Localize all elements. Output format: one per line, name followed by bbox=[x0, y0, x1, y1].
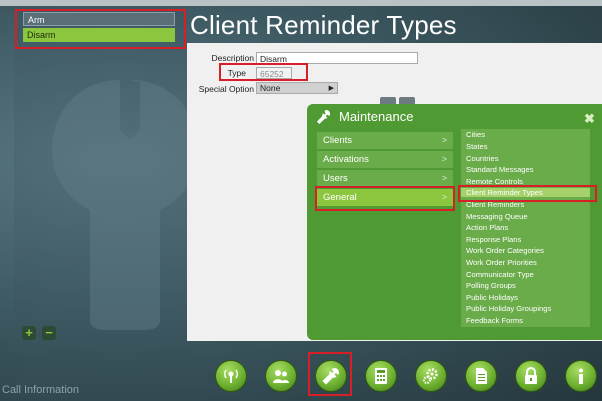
special-option-label: Special Option bbox=[198, 84, 254, 94]
menu-item-label: Users bbox=[323, 173, 348, 184]
menu-item-label: General bbox=[323, 192, 357, 203]
menu-item-activations[interactable]: Activations > bbox=[317, 151, 453, 168]
remove-button[interactable]: − bbox=[42, 326, 56, 340]
description-field[interactable]: Disarm bbox=[256, 52, 418, 64]
document-button[interactable] bbox=[465, 360, 497, 392]
menu-item-label: Clients bbox=[323, 135, 353, 146]
type-field[interactable]: 65252 bbox=[256, 67, 292, 79]
submenu-item-communicator-type[interactable]: Communicator Type bbox=[466, 270, 534, 279]
top-bar bbox=[0, 0, 602, 6]
add-button[interactable]: + bbox=[22, 326, 36, 340]
list-item-arm[interactable]: Arm bbox=[23, 12, 175, 26]
wrench-icon bbox=[322, 368, 339, 385]
description-label: Description bbox=[211, 53, 254, 63]
submenu-item-response-plans[interactable]: Response Plans bbox=[466, 235, 521, 244]
type-label: Type bbox=[227, 68, 246, 78]
dropdown-arrow-icon: ▶ bbox=[328, 85, 334, 92]
submenu-item-client-reminder-types[interactable]: Client Reminder Types bbox=[461, 188, 590, 197]
users-icon bbox=[273, 370, 289, 383]
special-option-value: None bbox=[260, 83, 281, 93]
calculator-button[interactable] bbox=[365, 360, 397, 392]
gears-icon bbox=[423, 368, 438, 384]
maintenance-button[interactable] bbox=[315, 360, 347, 392]
lock-button[interactable] bbox=[515, 360, 547, 392]
special-option-select[interactable]: None ▶ bbox=[256, 82, 338, 94]
submenu-item-countries[interactable]: Countries bbox=[466, 154, 499, 163]
menu-item-label: Activations bbox=[323, 154, 369, 165]
document-icon bbox=[476, 368, 487, 384]
submenu-item-public-holiday-groupings[interactable]: Public Holiday Groupings bbox=[466, 304, 551, 313]
list-item-disarm[interactable]: Disarm bbox=[23, 28, 175, 42]
satellite-button[interactable] bbox=[215, 360, 247, 392]
submenu-item-public-holidays[interactable]: Public Holidays bbox=[466, 293, 518, 302]
info-icon bbox=[579, 368, 583, 384]
close-icon[interactable]: ✖ bbox=[584, 111, 595, 127]
settings-button[interactable] bbox=[415, 360, 447, 392]
page-title: Client Reminder Types bbox=[190, 10, 457, 40]
submenu-item-action-plans[interactable]: Action Plans bbox=[466, 223, 508, 232]
submenu-item-work-order-priorities[interactable]: Work Order Priorities bbox=[466, 258, 537, 267]
submenu-item-polling-groups[interactable]: Polling Groups bbox=[466, 281, 516, 290]
users-button[interactable] bbox=[265, 360, 297, 392]
submenu-item-work-order-categories[interactable]: Work Order Categories bbox=[466, 246, 544, 255]
chevron-right-icon: > bbox=[441, 173, 447, 183]
info-button[interactable] bbox=[565, 360, 597, 392]
submenu-item-standard-messages[interactable]: Standard Messages bbox=[466, 165, 534, 174]
call-information-label: Call Information bbox=[2, 384, 80, 396]
submenu-item-messaging-queue[interactable]: Messaging Queue bbox=[466, 212, 528, 221]
menu-item-users[interactable]: Users > bbox=[317, 170, 453, 187]
submenu-item-client-reminders[interactable]: Client Reminders bbox=[466, 200, 524, 209]
menu-item-general[interactable]: General > bbox=[317, 189, 453, 206]
submenu-item-feedback-forms[interactable]: Feedback Forms bbox=[466, 316, 523, 325]
wrench-icon bbox=[316, 109, 331, 124]
chevron-right-icon: > bbox=[441, 135, 447, 145]
chevron-right-icon: > bbox=[441, 154, 447, 164]
submenu-item-cities[interactable]: Cities bbox=[466, 130, 485, 139]
maintenance-title: Maintenance bbox=[339, 109, 414, 124]
chevron-right-icon: > bbox=[441, 192, 447, 202]
satellite-icon bbox=[224, 369, 238, 383]
submenu-item-states[interactable]: States bbox=[466, 142, 488, 151]
lock-icon bbox=[525, 367, 537, 384]
submenu-item-remote-controls[interactable]: Remote Controls bbox=[466, 177, 523, 186]
calculator-icon bbox=[375, 368, 387, 384]
menu-item-clients[interactable]: Clients > bbox=[317, 132, 453, 149]
reminder-list-panel bbox=[14, 7, 187, 347]
